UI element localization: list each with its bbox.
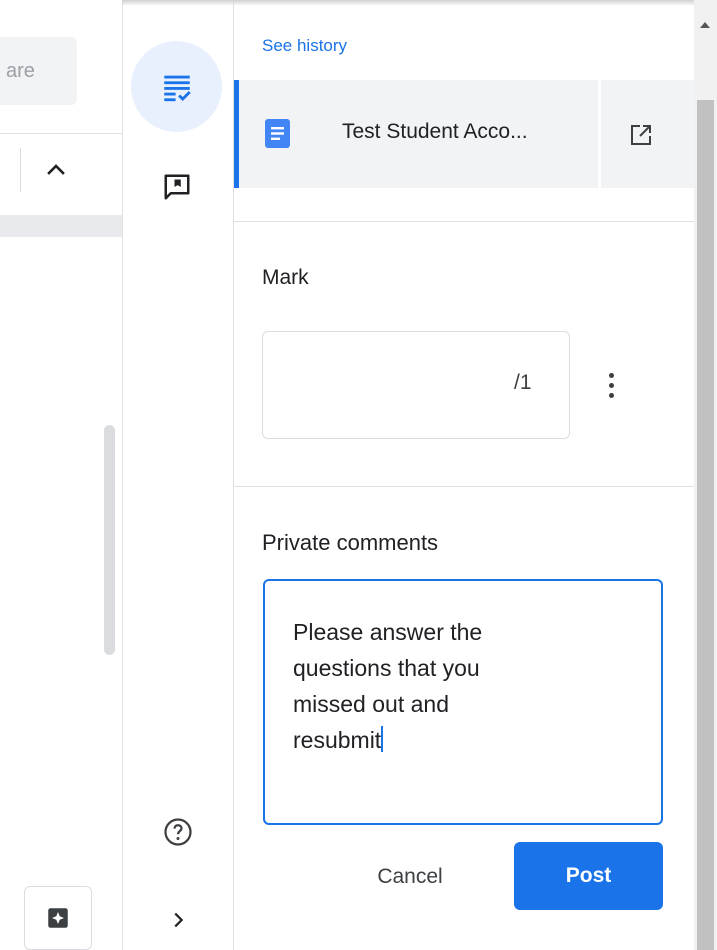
more-vert-icon-dot (608, 392, 614, 398)
chevron-right-icon (174, 912, 184, 928)
cancel-button[interactable]: Cancel (345, 847, 475, 907)
help-circle-icon (164, 818, 192, 846)
keep-button[interactable] (24, 886, 92, 950)
open-in-new-button[interactable] (626, 120, 656, 150)
private-comment-value: Please answer the questions that you mis… (293, 619, 483, 753)
attachment-divider (598, 80, 601, 188)
collapse-button[interactable] (36, 150, 76, 190)
attachment-selected-indicator (234, 80, 239, 188)
expand-panel-button[interactable] (158, 898, 198, 942)
mark-more-options-button[interactable] (596, 365, 626, 405)
attachment-file-name[interactable]: Test Student Acco... (342, 120, 592, 144)
text-caret (381, 726, 384, 752)
see-history-link[interactable]: See history (262, 36, 347, 56)
section-divider (234, 221, 694, 222)
mark-denominator: /1 (514, 371, 532, 394)
top-shadow (122, 0, 717, 6)
more-vert-icon (608, 372, 614, 378)
share-button-partial[interactable]: are (0, 37, 77, 105)
more-vert-icon-dot (608, 382, 614, 388)
left-header-band (0, 215, 122, 237)
scrollbar-thumb[interactable] (697, 100, 714, 950)
google-doc-icon (265, 119, 290, 148)
left-divider (0, 133, 122, 134)
comments-tab-button[interactable] (155, 165, 199, 209)
private-comment-text[interactable]: Please answer the questions that you mis… (293, 614, 633, 758)
private-comments-heading: Private comments (262, 530, 439, 555)
chevron-up-icon (47, 164, 65, 175)
icon-rail (122, 0, 234, 950)
left-vertical-separator (20, 148, 21, 192)
left-scrollbar-thumb[interactable] (104, 425, 115, 655)
grading-list-icon (163, 75, 191, 101)
grading-tab-button[interactable] (131, 41, 222, 132)
section-divider (234, 486, 694, 487)
mark-heading: Mark (262, 266, 309, 289)
open-in-new-icon (631, 125, 651, 145)
post-button[interactable]: Post (514, 842, 663, 910)
comment-bookmark-icon (164, 174, 190, 200)
help-button[interactable] (156, 810, 200, 854)
keep-star-icon (48, 908, 68, 928)
scroll-up-arrow-icon[interactable] (700, 22, 710, 28)
